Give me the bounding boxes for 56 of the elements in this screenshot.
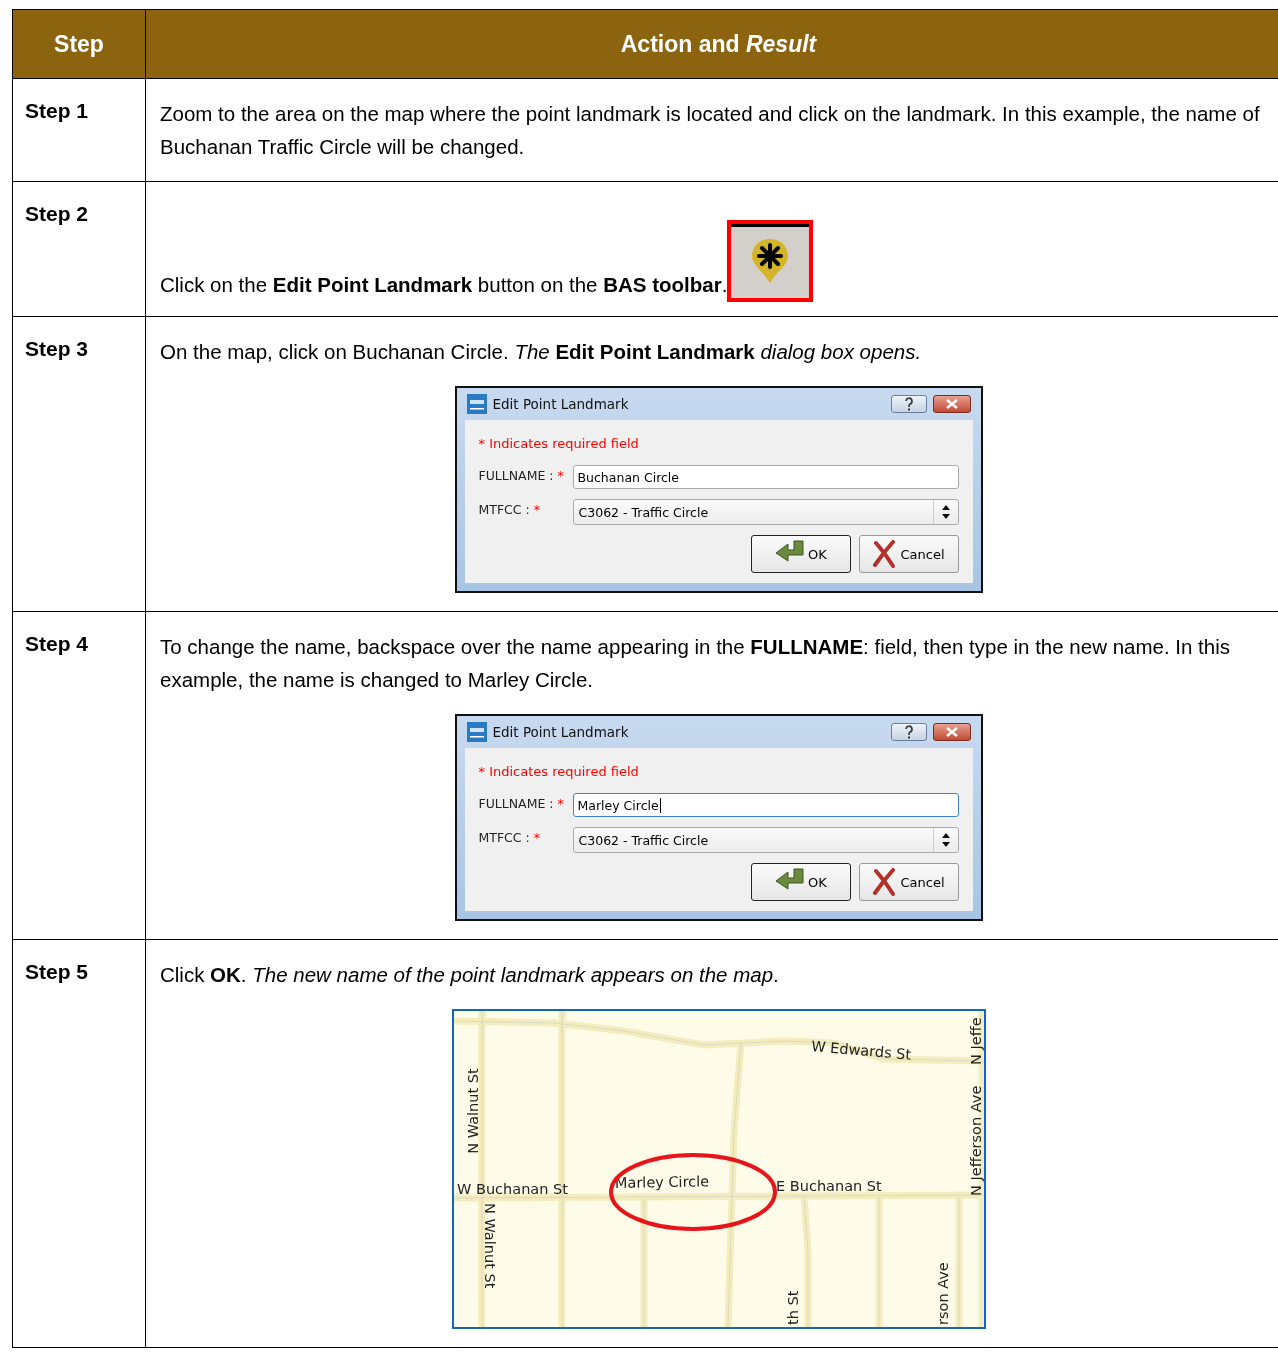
cancel-button[interactable]: Cancel	[858, 535, 959, 573]
street-label: Marley Circle	[614, 1173, 709, 1191]
field-label: FULLNAME :	[478, 796, 554, 811]
required-mark: *	[533, 502, 540, 517]
up-down-arrows-icon	[940, 504, 951, 520]
required-mark: *	[557, 468, 564, 483]
edit-point-landmark-button[interactable]	[727, 220, 814, 302]
column-header: Action and Result	[145, 9, 1278, 79]
app-logo-icon	[466, 722, 487, 742]
street-label: N Jefferson Ave	[967, 1085, 984, 1196]
dropdown[interactable]: C3062 - Traffic Circle	[572, 499, 959, 525]
street-label: N Walnut St	[464, 1068, 481, 1154]
app-logo-icon	[466, 394, 487, 414]
street-label: N Jeffe	[967, 1017, 984, 1065]
ok-button[interactable]: OK	[750, 535, 851, 573]
street-label: rson Ave	[934, 1262, 951, 1325]
street-label: W Buchanan St	[456, 1181, 568, 1197]
cancel-button[interactable]: Cancel	[858, 863, 959, 901]
street-label: th St	[784, 1290, 801, 1325]
step-label: Step 5	[25, 960, 89, 983]
close-icon	[945, 399, 958, 409]
required-mark: *	[533, 830, 540, 845]
help-icon	[903, 725, 914, 739]
street-label: E Buchanan St	[775, 1178, 882, 1194]
text-field[interactable]: Buchanan Circle	[572, 465, 959, 489]
street-label: N Walnut St	[481, 1203, 498, 1289]
up-down-arrows-icon	[940, 832, 951, 848]
column-header: Step	[12, 9, 146, 79]
step-label: Step 2	[25, 202, 89, 225]
dropdown[interactable]: C3062 - Traffic Circle	[572, 827, 959, 853]
step-label: Step 1	[25, 99, 89, 122]
step-label: Step 4	[25, 632, 89, 655]
field-label: FULLNAME :	[478, 468, 554, 483]
instruction-text: Click OK. The new name of the point landmark appears on the map.	[160, 962, 780, 988]
close-button[interactable]	[932, 395, 971, 413]
text-field[interactable]: Marley Circle	[572, 793, 959, 817]
help-button[interactable]	[890, 723, 927, 741]
instruction-text: Click on the Edit Point Landmark button on the BAS toolbar.	[160, 272, 728, 298]
landmark-pin-icon	[750, 237, 791, 285]
instruction-text: On the map, click on Buchanan Circle. The Edit Point Landmark dialog box opens.	[160, 339, 923, 365]
field-label: MTFCC :	[478, 830, 530, 845]
help-button[interactable]	[890, 395, 927, 413]
ok-button[interactable]: OK	[750, 863, 851, 901]
close-button[interactable]	[932, 723, 971, 741]
required-mark: *	[557, 796, 564, 811]
window-title: Edit Point Landmark	[492, 724, 630, 740]
help-icon	[903, 397, 914, 411]
field-label: MTFCC :	[478, 502, 530, 517]
close-icon	[945, 727, 958, 737]
instruction-text: To change the name, backspace over the name appearing in the FULLNAME: field, then type in the new name. In this example, the name is changed to Marley Circle.	[160, 634, 1232, 693]
instruction-text: Zoom to the area on the map where the point landmark is located and click on the landmark. In this example, the name of Buchanan Traffic Circle will be changed.	[160, 101, 1261, 160]
required-field-note: * Indicates required field	[478, 764, 640, 779]
window-title: Edit Point Landmark	[492, 396, 630, 412]
step-label: Step 3	[25, 337, 89, 360]
required-field-note: * Indicates required field	[478, 436, 640, 451]
street-label: W Edwards St	[810, 1038, 912, 1063]
